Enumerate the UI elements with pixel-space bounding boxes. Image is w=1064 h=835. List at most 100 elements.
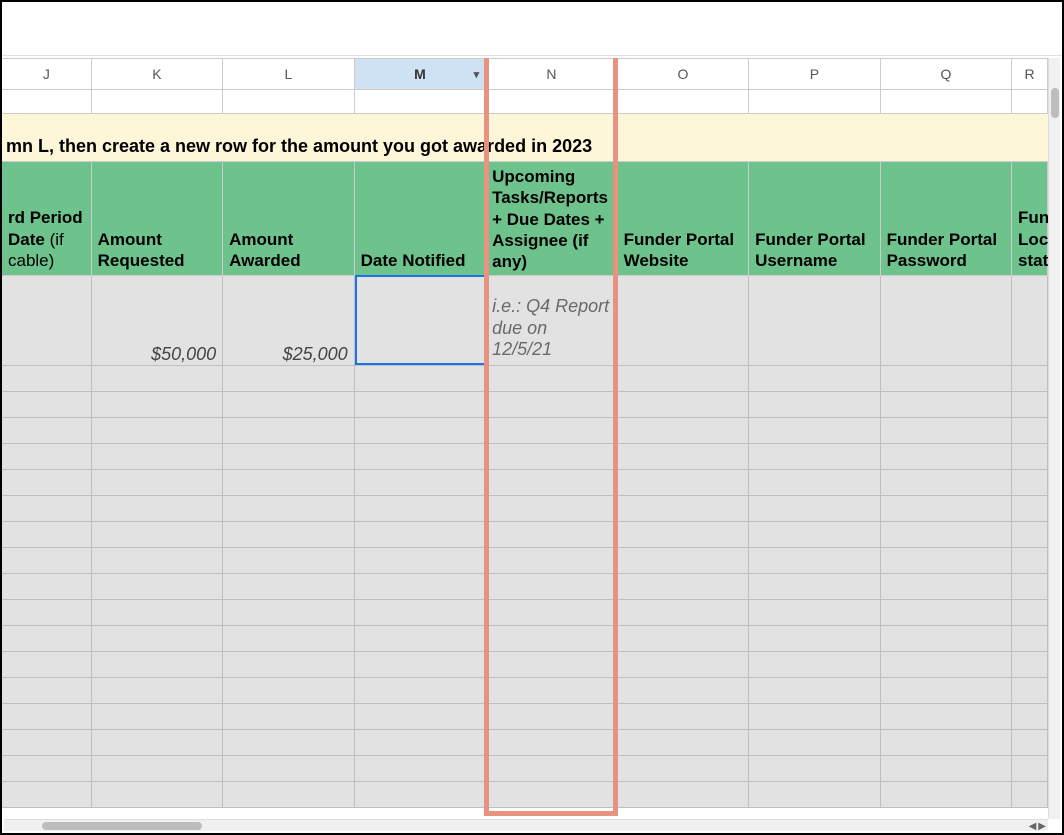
data-row[interactable] — [2, 496, 1048, 522]
cell-K-2[interactable] — [92, 366, 223, 391]
cell-O-12[interactable] — [618, 626, 749, 651]
cell-K-18[interactable] — [92, 782, 223, 807]
cell-P-4[interactable] — [749, 418, 880, 443]
cell-O-5[interactable] — [618, 444, 749, 469]
cell-K-16[interactable] — [92, 730, 223, 755]
cell-M-3[interactable] — [355, 392, 486, 417]
data-row[interactable] — [2, 756, 1048, 782]
column-header-O[interactable]: O — [618, 59, 750, 89]
cell-M-17[interactable] — [355, 756, 486, 781]
cell-J-15[interactable] — [2, 704, 92, 729]
column-header-K[interactable]: K — [92, 59, 224, 89]
cell-K-7[interactable] — [92, 496, 223, 521]
cell-O-18[interactable] — [618, 782, 749, 807]
column-header-L[interactable]: L — [223, 59, 355, 89]
cell-Q-17[interactable] — [881, 756, 1012, 781]
cell-N-12[interactable] — [486, 626, 617, 651]
cell-K-1[interactable]: $50,000 — [92, 276, 223, 365]
cell-K-6[interactable] — [92, 470, 223, 495]
horizontal-scrollbar[interactable]: ◀ ▶ — [4, 819, 1048, 831]
scroll-left-icon[interactable]: ◀ — [1029, 821, 1037, 832]
cell-Q-14[interactable] — [881, 678, 1012, 703]
column-label-R[interactable]: Funder Location state — [1012, 162, 1048, 275]
cell-K-3[interactable] — [92, 392, 223, 417]
spreadsheet-grid[interactable]: JKLM▾NOPQR mn L, then create a new row f… — [2, 58, 1048, 819]
cell-K-12[interactable] — [92, 626, 223, 651]
cell-blank-P[interactable] — [749, 90, 881, 113]
data-row[interactable] — [2, 548, 1048, 574]
data-row[interactable] — [2, 392, 1048, 418]
cell-R-16[interactable] — [1012, 730, 1048, 755]
cell-L-13[interactable] — [223, 652, 354, 677]
cell-O-1[interactable] — [618, 276, 749, 365]
cell-J-17[interactable] — [2, 756, 92, 781]
cell-P-15[interactable] — [749, 704, 880, 729]
cell-K-14[interactable] — [92, 678, 223, 703]
cell-Q-12[interactable] — [881, 626, 1012, 651]
cell-M-12[interactable] — [355, 626, 486, 651]
data-row[interactable] — [2, 678, 1048, 704]
cell-J-11[interactable] — [2, 600, 92, 625]
cell-J-12[interactable] — [2, 626, 92, 651]
cell-N-2[interactable] — [486, 366, 617, 391]
cell-L-14[interactable] — [223, 678, 354, 703]
cell-R-14[interactable] — [1012, 678, 1048, 703]
cell-N-10[interactable] — [486, 574, 617, 599]
scroll-right-icon[interactable]: ▶ — [1038, 821, 1046, 832]
cell-K-8[interactable] — [92, 522, 223, 547]
cell-blank-Q[interactable] — [881, 90, 1013, 113]
cell-O-11[interactable] — [618, 600, 749, 625]
cell-J-16[interactable] — [2, 730, 92, 755]
column-header-J[interactable]: J — [2, 59, 92, 89]
cell-L-16[interactable] — [223, 730, 354, 755]
cell-L-7[interactable] — [223, 496, 354, 521]
vertical-scrollbar-thumb[interactable] — [1051, 88, 1059, 118]
cell-K-9[interactable] — [92, 548, 223, 573]
cell-M-6[interactable] — [355, 470, 486, 495]
blank-spacer-row[interactable] — [2, 90, 1048, 114]
cell-J-4[interactable] — [2, 418, 92, 443]
cell-blank-M[interactable] — [355, 90, 487, 113]
cell-R-15[interactable] — [1012, 704, 1048, 729]
cell-M-8[interactable] — [355, 522, 486, 547]
cell-N-1[interactable]: i.e.: Q4 Report due on 12/5/21 — [486, 276, 617, 365]
cell-P-11[interactable] — [749, 600, 880, 625]
cell-Q-10[interactable] — [881, 574, 1012, 599]
cell-Q-4[interactable] — [881, 418, 1012, 443]
cell-L-5[interactable] — [223, 444, 354, 469]
cell-O-2[interactable] — [618, 366, 749, 391]
data-row[interactable] — [2, 704, 1048, 730]
cell-N-15[interactable] — [486, 704, 617, 729]
cell-R-5[interactable] — [1012, 444, 1048, 469]
cell-O-3[interactable] — [618, 392, 749, 417]
cell-N-6[interactable] — [486, 470, 617, 495]
cell-P-2[interactable] — [749, 366, 880, 391]
cell-blank-J[interactable] — [2, 90, 92, 113]
column-label-J[interactable]: rd Period Date (if cable) — [2, 162, 92, 275]
cell-Q-8[interactable] — [881, 522, 1012, 547]
cell-J-3[interactable] — [2, 392, 92, 417]
cell-N-18[interactable] — [486, 782, 617, 807]
data-row[interactable] — [2, 652, 1048, 678]
cell-R-8[interactable] — [1012, 522, 1048, 547]
cell-P-17[interactable] — [749, 756, 880, 781]
cell-P-7[interactable] — [749, 496, 880, 521]
cell-Q-3[interactable] — [881, 392, 1012, 417]
cell-P-3[interactable] — [749, 392, 880, 417]
cell-blank-O[interactable] — [618, 90, 750, 113]
cell-R-10[interactable] — [1012, 574, 1048, 599]
cell-M-1[interactable] — [355, 276, 486, 365]
cell-K-4[interactable] — [92, 418, 223, 443]
cell-O-6[interactable] — [618, 470, 749, 495]
cell-Q-7[interactable] — [881, 496, 1012, 521]
data-row[interactable] — [2, 522, 1048, 548]
horizontal-scrollbar-thumb[interactable] — [42, 822, 202, 830]
cell-J-10[interactable] — [2, 574, 92, 599]
cell-J-13[interactable] — [2, 652, 92, 677]
cell-M-9[interactable] — [355, 548, 486, 573]
chevron-down-icon[interactable]: ▾ — [474, 68, 480, 81]
cell-R-7[interactable] — [1012, 496, 1048, 521]
cell-O-8[interactable] — [618, 522, 749, 547]
data-row-first[interactable]: $50,000$25,000i.e.: Q4 Report due on 12/… — [2, 276, 1048, 366]
cell-N-9[interactable] — [486, 548, 617, 573]
